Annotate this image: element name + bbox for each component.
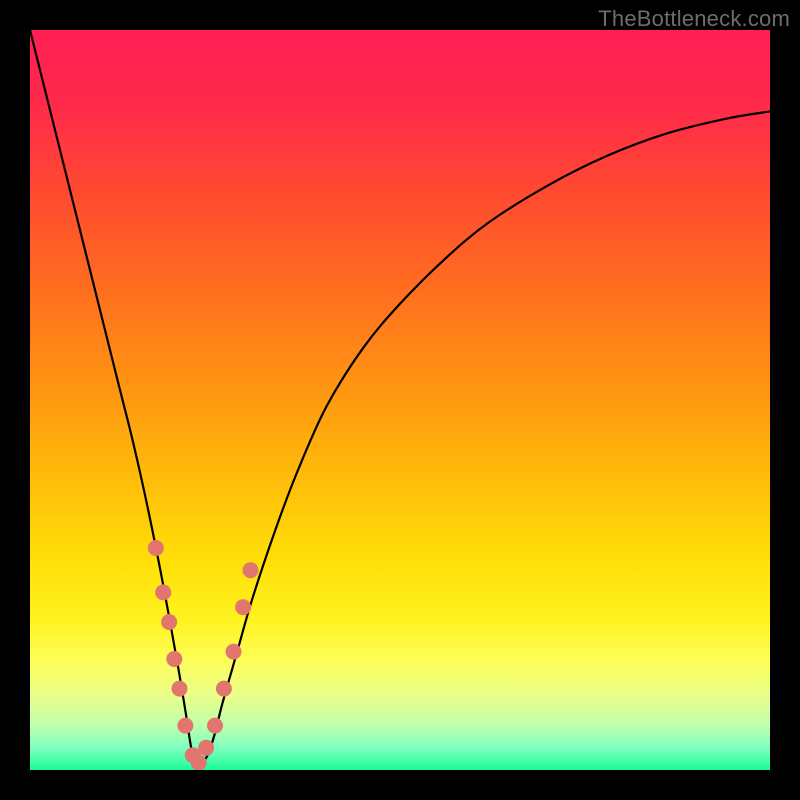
highlight-dots bbox=[148, 540, 259, 770]
highlight-dot bbox=[148, 540, 164, 556]
highlight-dot bbox=[155, 584, 171, 600]
highlight-dot bbox=[171, 681, 187, 697]
highlight-dot bbox=[235, 599, 251, 615]
highlight-dot bbox=[161, 614, 177, 630]
highlight-dot bbox=[226, 644, 242, 660]
highlight-dot bbox=[207, 718, 223, 734]
curve-layer bbox=[30, 30, 770, 770]
highlight-dot bbox=[177, 718, 193, 734]
highlight-dot bbox=[216, 681, 232, 697]
highlight-dot bbox=[243, 562, 259, 578]
highlight-dot bbox=[166, 651, 182, 667]
watermark-text: TheBottleneck.com bbox=[598, 6, 790, 32]
highlight-dot bbox=[191, 755, 207, 770]
plot-area bbox=[30, 30, 770, 770]
bottleneck-curve bbox=[30, 30, 770, 763]
highlight-dot bbox=[198, 740, 214, 756]
chart-frame: TheBottleneck.com bbox=[0, 0, 800, 800]
